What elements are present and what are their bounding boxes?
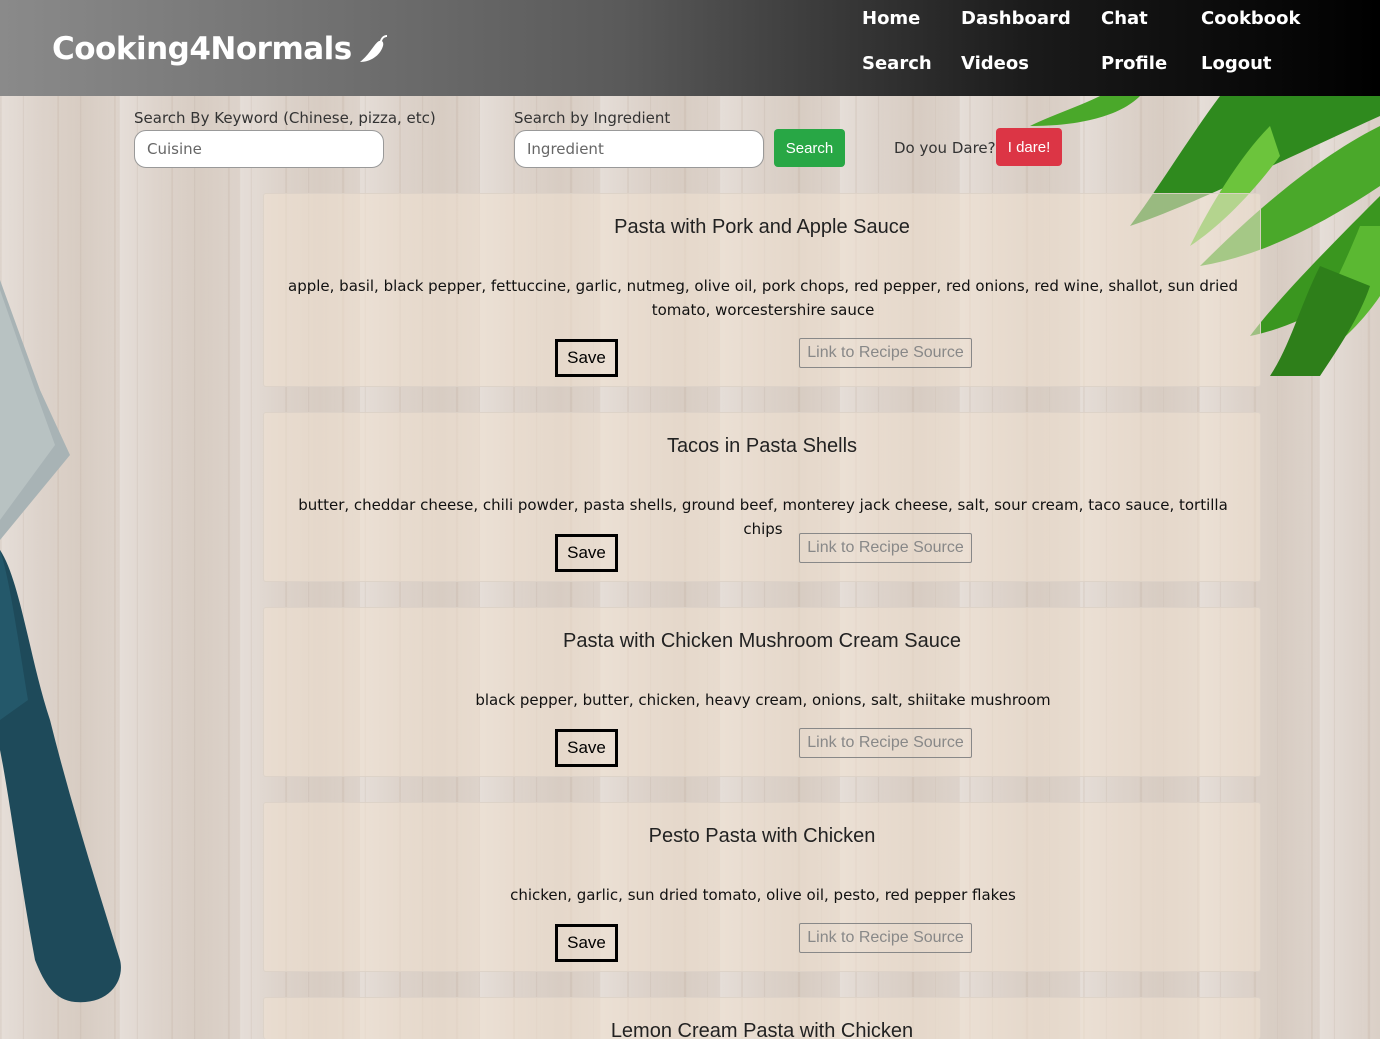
save-button[interactable]: Save <box>555 339 618 377</box>
nav-dashboard[interactable]: Dashboard <box>961 8 1071 29</box>
top-navbar: Cooking4Normals Home Dashboard Chat Cook… <box>0 0 1380 96</box>
recipe-card: Pesto Pasta with Chicken chicken, garlic… <box>263 802 1261 972</box>
keyword-search-input[interactable]: Cuisine <box>134 130 384 168</box>
nav-home[interactable]: Home <box>862 8 920 29</box>
dare-button[interactable]: I dare! <box>996 128 1062 166</box>
recipe-source-link[interactable]: Link to Recipe Source <box>799 923 972 953</box>
search-button[interactable]: Search <box>774 129 845 167</box>
recipe-title: Pesto Pasta with Chicken <box>648 825 876 847</box>
recipe-card: Pasta with Chicken Mushroom Cream Sauce … <box>263 607 1261 777</box>
recipe-card: Pasta with Pork and Apple Sauce apple, b… <box>263 193 1261 387</box>
recipe-title: Lemon Cream Pasta with Chicken <box>610 1020 914 1039</box>
nav-videos[interactable]: Videos <box>961 53 1029 74</box>
recipe-source-link[interactable]: Link to Recipe Source <box>799 338 972 368</box>
recipe-ingredients: butter, cheddar cheese, chili powder, pa… <box>298 496 1228 538</box>
nav-chat[interactable]: Chat <box>1101 8 1148 29</box>
save-button[interactable]: Save <box>555 534 618 572</box>
knife-illustration <box>0 280 121 1003</box>
chili-pepper-icon <box>359 35 387 62</box>
recipe-title: Pasta with Pork and Apple Sauce <box>614 216 910 238</box>
nav-profile[interactable]: Profile <box>1101 53 1167 74</box>
save-button[interactable]: Save <box>555 924 618 962</box>
nav-search[interactable]: Search <box>862 53 932 74</box>
recipe-ingredients: chicken, garlic, sun dried tomato, olive… <box>510 886 1016 904</box>
recipe-card: Tacos in Pasta Shells butter, cheddar ch… <box>263 412 1261 582</box>
recipe-ingredients: apple, basil, black pepper, fettuccine, … <box>288 277 1238 319</box>
recipe-source-link[interactable]: Link to Recipe Source <box>799 533 972 563</box>
brand-logo[interactable]: Cooking4Normals <box>52 31 390 67</box>
ingredient-search-input[interactable]: Ingredient <box>514 130 764 168</box>
brand-name: Cooking4Normals <box>52 31 352 67</box>
save-button[interactable]: Save <box>555 729 618 767</box>
recipe-title: Tacos in Pasta Shells <box>666 435 858 457</box>
nav-logout[interactable]: Logout <box>1201 53 1272 74</box>
dare-label: Do you Dare? <box>894 139 996 157</box>
recipe-title: Pasta with Chicken Mushroom Cream Sauce <box>563 630 961 652</box>
nav-cookbook[interactable]: Cookbook <box>1201 8 1301 29</box>
recipe-card: Lemon Cream Pasta with Chicken <box>263 997 1261 1039</box>
recipe-source-link[interactable]: Link to Recipe Source <box>799 728 972 758</box>
keyword-search-label: Search By Keyword (Chinese, pizza, etc) <box>134 109 436 127</box>
ingredient-search-label: Search by Ingredient <box>514 109 671 127</box>
recipe-ingredients: black pepper, butter, chicken, heavy cre… <box>475 691 1051 709</box>
